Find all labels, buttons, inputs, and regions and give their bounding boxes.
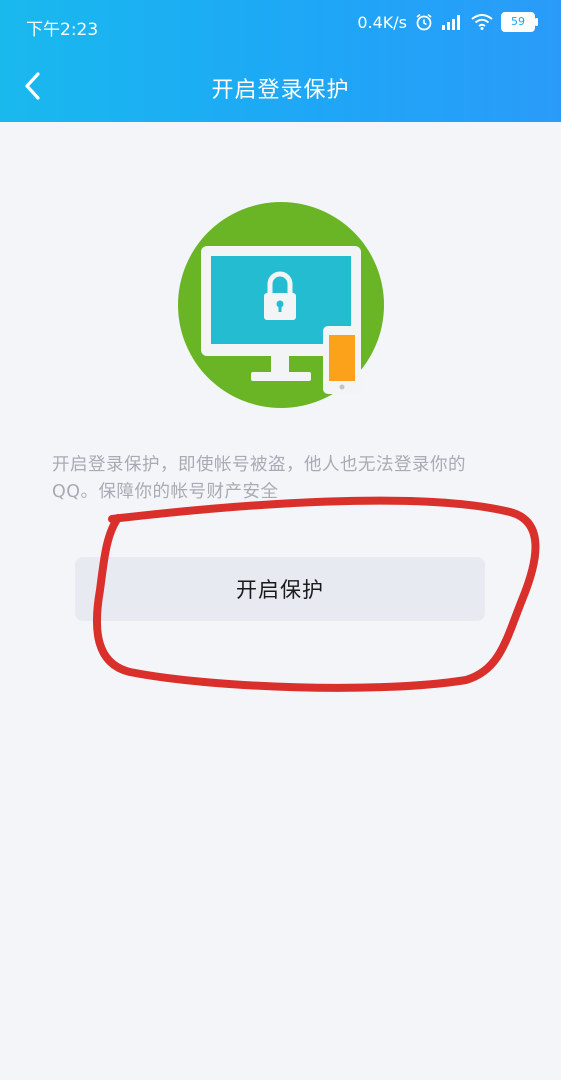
network-speed: 0.4K/s (357, 12, 407, 32)
page-title: 开启登录保护 (211, 78, 350, 103)
status-bar: 下午2:23 0.4K/s 59 (0, 0, 561, 50)
login-protection-illustration (176, 200, 386, 410)
status-icons: 0.4K/s 59 (357, 12, 538, 32)
wifi-icon (471, 14, 493, 30)
battery-icon: 59 (501, 12, 538, 32)
protection-description: 开启登录保护，即使帐号被盗，他人也无法登录你的QQ。保障你的帐号财产安全 (52, 455, 466, 502)
enable-protection-button[interactable]: 开启保护 (75, 557, 485, 621)
monitor-lock-phone-icon (178, 202, 384, 408)
header-bar: 下午2:23 0.4K/s 59 开启登录保护 (0, 0, 561, 122)
alarm-icon (416, 13, 432, 31)
status-time: 下午2:23 (26, 20, 99, 40)
signal-icon (442, 15, 460, 30)
nav-bar: 开启登录保护 (0, 56, 561, 116)
red-hand-drawn-circle (92, 496, 540, 692)
